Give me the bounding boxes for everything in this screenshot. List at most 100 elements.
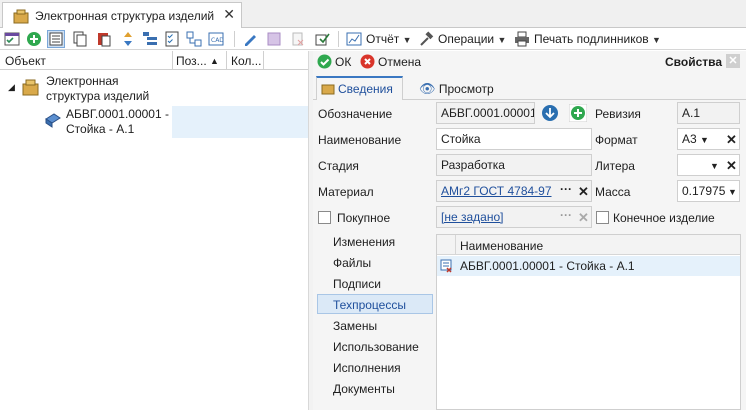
tree-root-label-1: Электронная bbox=[46, 74, 119, 88]
tree-root-item[interactable]: Электронная структура изделий bbox=[46, 74, 149, 104]
nav-processes[interactable]: Техпроцессы bbox=[333, 298, 406, 312]
purchased-checkbox[interactable] bbox=[318, 211, 331, 224]
tree-child-label-2: Стойка - А.1 bbox=[66, 122, 135, 136]
tree-child-row-highlight bbox=[172, 106, 308, 138]
close-properties-icon[interactable]: ✕ bbox=[726, 54, 740, 68]
report-icon[interactable] bbox=[346, 31, 362, 47]
grid-row[interactable]: АБВГ.0001.00001 - Стойка - А.1 bbox=[437, 256, 740, 276]
structure-tree-pane: Объект Поз... ▲ Кол... ◢ Электронная стр… bbox=[0, 51, 310, 410]
name-field[interactable]: Стойка bbox=[436, 128, 592, 150]
material-label: Материал bbox=[318, 185, 374, 199]
final-product-checkbox[interactable] bbox=[596, 211, 609, 224]
purchased-link[interactable]: [не задано] bbox=[441, 210, 503, 224]
litera-clear-icon[interactable]: ✕ bbox=[726, 158, 737, 174]
add-circle-icon[interactable] bbox=[569, 104, 587, 122]
arrow-down-circle-icon[interactable] bbox=[541, 104, 559, 122]
checklist-icon[interactable] bbox=[164, 31, 180, 47]
properties-icon[interactable] bbox=[47, 30, 65, 48]
paste-icon[interactable] bbox=[96, 31, 112, 47]
sort-asc-icon: ▲ bbox=[210, 56, 219, 66]
ok-check-icon bbox=[317, 54, 332, 69]
delete-icon bbox=[292, 32, 304, 46]
properties-panel: ОК Отмена Свойства ✕ Сведения 👁 Просмотр… bbox=[313, 51, 746, 410]
material-link[interactable]: АМг2 ГОСТ 4784-97 bbox=[441, 184, 552, 198]
report-menu[interactable]: Отчёт ▼ bbox=[366, 32, 412, 46]
column-quantity[interactable]: Кол... bbox=[231, 54, 261, 68]
print-icon[interactable] bbox=[514, 31, 530, 47]
grid-header: Наименование bbox=[437, 235, 740, 255]
mass-value: 0.17975 bbox=[682, 184, 726, 198]
format-label: Формат bbox=[595, 133, 638, 147]
processes-grid: Наименование АБВГ.0001.00001 - Стойка - … bbox=[436, 234, 741, 410]
edit-icon[interactable] bbox=[242, 31, 258, 47]
revision-field: А.1 bbox=[677, 102, 740, 124]
nav-changes[interactable]: Изменения bbox=[333, 235, 395, 249]
grid-column-name[interactable]: Наименование bbox=[460, 239, 543, 253]
cancel-button[interactable]: Отмена bbox=[378, 55, 421, 69]
collapse-arrow-icon[interactable]: ◢ bbox=[8, 82, 15, 93]
close-tab-icon[interactable]: ✕ bbox=[223, 6, 235, 23]
tab-details[interactable]: Сведения bbox=[316, 76, 403, 100]
nav-signatures[interactable]: Подписи bbox=[333, 277, 381, 291]
tree-root-label-2: структура изделий bbox=[46, 89, 150, 103]
structure-root-icon bbox=[22, 79, 39, 96]
folder-icon bbox=[321, 84, 335, 95]
structure-icon bbox=[13, 9, 29, 23]
grid-row-label: АБВГ.0001.00001 - Стойка - А.1 bbox=[460, 259, 635, 273]
column-object[interactable]: Объект bbox=[5, 54, 46, 68]
print-originals-menu[interactable]: Печать подлинников ▼ bbox=[534, 32, 661, 46]
material-clear-icon[interactable]: ✕ bbox=[578, 184, 589, 200]
tree-child-label-1: АБВГ.0001.00001 - bbox=[66, 107, 169, 121]
part-icon bbox=[45, 113, 61, 128]
stage-label: Стадия bbox=[318, 159, 359, 173]
nav-documents[interactable]: Документы bbox=[333, 382, 395, 396]
revision-label: Ревизия bbox=[595, 107, 641, 121]
mass-label: Масса bbox=[595, 185, 631, 199]
name-label: Наименование bbox=[318, 133, 402, 147]
designation-label: Обозначение bbox=[318, 107, 393, 121]
format-dropdown-icon[interactable]: ▼ bbox=[700, 135, 709, 145]
svg-text:CAD: CAD bbox=[211, 37, 224, 44]
stage-field: Разработка bbox=[436, 154, 592, 176]
cad-icon[interactable]: CAD bbox=[208, 31, 224, 47]
tree-view-icon[interactable] bbox=[142, 31, 158, 47]
purchased-label: Покупное bbox=[337, 211, 391, 225]
cancel-x-icon bbox=[360, 54, 375, 69]
litera-dropdown-icon[interactable]: ▼ bbox=[710, 161, 719, 171]
designation-field[interactable]: АБВГ.0001.00001 bbox=[436, 102, 535, 124]
tab-details-label: Сведения bbox=[338, 82, 393, 96]
tree-child-item[interactable]: АБВГ.0001.00001 - Стойка - А.1 bbox=[66, 107, 169, 137]
column-position[interactable]: Поз... bbox=[176, 54, 207, 68]
ok-button[interactable]: ОК bbox=[335, 55, 351, 69]
nav-replacements[interactable]: Замены bbox=[333, 319, 377, 333]
check-list-icon[interactable] bbox=[4, 31, 20, 47]
hammer-icon[interactable] bbox=[418, 31, 434, 47]
litera-label: Литера bbox=[595, 159, 635, 173]
nav-executions[interactable]: Исполнения bbox=[333, 361, 401, 375]
final-product-label: Конечное изделие bbox=[613, 211, 715, 225]
purchased-more-icon: ··· bbox=[560, 208, 572, 222]
tab-preview-label: Просмотр bbox=[438, 82, 494, 96]
format-value: А3 bbox=[682, 132, 697, 146]
document-tab-bar: Электронная структура изделий ✕ bbox=[0, 0, 746, 29]
properties-title: Свойства bbox=[665, 55, 723, 69]
document-tab[interactable]: Электронная структура изделий ✕ bbox=[2, 2, 242, 29]
nav-usage[interactable]: Использование bbox=[333, 340, 419, 354]
structure-icon[interactable] bbox=[186, 31, 202, 47]
section-nav: Изменения Файлы Подписи Техпроцессы Заме… bbox=[313, 233, 433, 410]
purchased-clear-icon: ✕ bbox=[578, 210, 589, 225]
approve-icon[interactable] bbox=[314, 31, 330, 47]
operations-menu[interactable]: Операции ▼ bbox=[438, 32, 506, 46]
tab-title: Электронная структура изделий bbox=[35, 9, 215, 23]
save-icon bbox=[267, 32, 281, 46]
copy-icon[interactable] bbox=[72, 31, 88, 47]
toolbar: CAD Отчёт ▼ Операции ▼ Печать подлиннико… bbox=[0, 28, 746, 50]
move-icon[interactable] bbox=[120, 31, 136, 47]
nav-files[interactable]: Файлы bbox=[333, 256, 371, 270]
eye-icon: 👁 bbox=[419, 81, 436, 96]
tab-preview[interactable]: 👁 Просмотр bbox=[419, 81, 494, 97]
add-icon[interactable] bbox=[26, 31, 42, 47]
mass-dropdown-icon[interactable]: ▼ bbox=[728, 187, 737, 197]
material-more-icon[interactable]: ··· bbox=[560, 182, 572, 196]
format-clear-icon[interactable]: ✕ bbox=[726, 132, 737, 148]
